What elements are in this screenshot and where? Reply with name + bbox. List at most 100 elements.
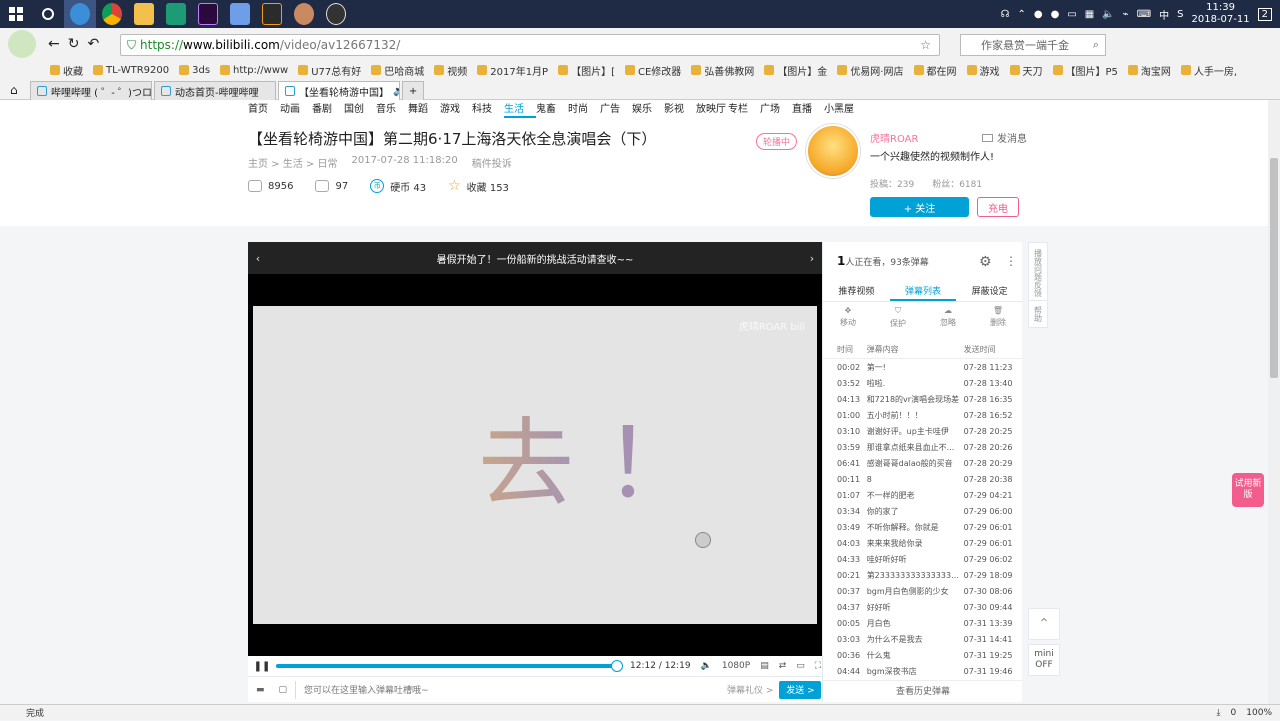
danmaku-input[interactable]: 您可以在这里输入弹幕吐槽哦~ bbox=[295, 680, 717, 699]
zoom-level[interactable]: 100% bbox=[1246, 708, 1272, 718]
progress-handle[interactable] bbox=[610, 660, 623, 672]
qq-tray-icon[interactable]: ● bbox=[1034, 9, 1043, 20]
danmaku-row[interactable]: 03:10 谢谢好评。up主卡哇伊 07-28 20:25 bbox=[823, 423, 1023, 439]
nav-item[interactable]: 动画 bbox=[280, 100, 312, 118]
browser-search-input[interactable]: 作家悬赏一端千金 ⌕ bbox=[960, 34, 1106, 56]
sogou-browser-taskbar-icon[interactable] bbox=[64, 0, 96, 28]
bookmark-item[interactable]: 天刀 bbox=[1009, 63, 1043, 78]
nav-item[interactable]: 放映厅 bbox=[696, 100, 728, 118]
danmaku-row[interactable]: 03:59 那谁拿点纸来县血止不... 07-28 20:26 bbox=[823, 439, 1023, 455]
bookmark-star-icon[interactable]: ☆ bbox=[920, 38, 931, 52]
danmaku-row[interactable]: 00:21 第2333333333333333... 07-29 18:09 bbox=[823, 567, 1023, 583]
danmaku-toggle-icon[interactable]: ▤ bbox=[760, 661, 769, 671]
uploader-avatar[interactable] bbox=[806, 124, 860, 178]
nav-item[interactable]: 舞蹈 bbox=[408, 100, 440, 118]
tab-dynamic[interactable]: 动态首页-哔哩哔哩 bbox=[154, 81, 276, 100]
nav-item[interactable]: 直播 bbox=[792, 100, 824, 118]
danmaku-row[interactable]: 04:13 和7218的vr演唱会现场差 07-28 16:35 bbox=[823, 391, 1023, 407]
danmaku-row[interactable]: 06:41 感谢哥哥dalao般的买音 07-28 20:29 bbox=[823, 455, 1023, 471]
coin-button[interactable]: 币硬币 43 bbox=[370, 179, 426, 194]
bookmark-item[interactable]: TL-WTR9200 bbox=[93, 65, 169, 76]
col-content[interactable]: 弹幕内容 bbox=[867, 344, 964, 355]
nav-item[interactable]: 时尚 bbox=[568, 100, 600, 118]
obs-taskbar-icon[interactable] bbox=[320, 0, 352, 28]
danmaku-list[interactable]: 00:02 第一! 07-28 11:23 03:52 啦啦. 07-28 13:40 04… bbox=[823, 358, 1023, 678]
danmaku-row[interactable]: 03:34 你的家了 07-29 06:00 bbox=[823, 503, 1023, 519]
danmaku-row[interactable]: 04:03 来来来我给你录 07-29 06:01 bbox=[823, 535, 1023, 551]
nav-item[interactable]: 生活 bbox=[504, 100, 536, 118]
danmaku-etiquette-link[interactable]: 弹幕礼仪 > bbox=[727, 683, 773, 696]
sogou-tray-icon[interactable]: S bbox=[1177, 9, 1183, 20]
app-orange-taskbar-icon[interactable] bbox=[256, 0, 288, 28]
bookmark-item[interactable]: 【图片】金 bbox=[764, 63, 827, 78]
gear-icon[interactable]: ⚙ bbox=[979, 254, 992, 270]
danmaku-style-icon[interactable]: ▬ bbox=[256, 685, 265, 695]
nav-item[interactable]: 广场 bbox=[760, 100, 792, 118]
tab-video[interactable]: 【坐看轮椅游中国】 🔈 bbox=[278, 81, 400, 100]
fullscreen-icon[interactable]: ⛶ bbox=[815, 661, 821, 671]
breadcrumb-path[interactable]: 主页 > 生活 > 日常 bbox=[248, 155, 337, 170]
file-explorer-taskbar-icon[interactable] bbox=[128, 0, 160, 28]
bookmark-item[interactable]: 巴哈商城 bbox=[371, 63, 424, 78]
nav-item[interactable]: 小黑屋 bbox=[824, 100, 856, 118]
notification-center-icon[interactable]: 2 bbox=[1257, 7, 1272, 21]
danmaku-row[interactable]: 01:00 五小时前！！！ 07-28 16:52 bbox=[823, 407, 1023, 423]
home-icon[interactable]: ⌂ bbox=[10, 83, 18, 97]
more-icon[interactable]: ⋮ bbox=[1005, 254, 1017, 268]
bookmark-item[interactable]: 人手一房, bbox=[1180, 63, 1237, 78]
nav-item[interactable]: 游戏 bbox=[440, 100, 472, 118]
nav-item[interactable]: 音乐 bbox=[376, 100, 408, 118]
quality-selector[interactable]: 1080P bbox=[722, 661, 750, 671]
bookmark-item[interactable]: 优易网·网店 bbox=[837, 63, 904, 78]
send-danmaku-button[interactable]: 发送 > bbox=[779, 680, 822, 699]
app-green-taskbar-icon[interactable] bbox=[160, 0, 192, 28]
bookmark-item[interactable]: 3ds bbox=[179, 65, 210, 76]
mini-player-toggle[interactable]: mini OFF bbox=[1028, 644, 1060, 676]
danmaku-row[interactable]: 04:33 哇好听好听 07-29 06:02 bbox=[823, 551, 1023, 567]
view-history-link[interactable]: 查看历史弹幕 bbox=[823, 680, 1023, 702]
video-frame[interactable]: 虎晴ROAR bili 去！ bbox=[253, 306, 817, 624]
danmaku-row[interactable]: 00:02 第一! 07-28 11:23 bbox=[823, 359, 1023, 375]
tab-recommended[interactable]: 推荐视频 bbox=[823, 282, 890, 301]
windows-start-icon[interactable] bbox=[0, 0, 32, 28]
avatar-taskbar-icon[interactable] bbox=[288, 0, 320, 28]
nav-item[interactable]: 科技 bbox=[472, 100, 504, 118]
danmaku-row[interactable]: 00:37 bgm月白色侧影的少女 07-30 08:06 bbox=[823, 583, 1023, 599]
tab-bilibili-home[interactable]: 哔哩哔哩 ( ゜- ゜)つロ 干 bbox=[30, 81, 152, 100]
page-scrollbar[interactable] bbox=[1268, 100, 1280, 704]
video-player[interactable]: ‹ 暑假开始了！一份船新的挑战活动请查收~~ › 虎晴ROAR bili 去！ … bbox=[248, 242, 822, 702]
announcement-bar[interactable]: ‹ 暑假开始了！一份船新的挑战活动请查收~~ › bbox=[248, 242, 822, 274]
bookmark-item[interactable]: 视频 bbox=[434, 63, 467, 78]
bookmark-item[interactable]: 2017年1月P bbox=[477, 63, 548, 78]
new-tab-button[interactable]: + bbox=[402, 81, 424, 100]
danmaku-row[interactable]: 01:07 不一样的肥老 07-29 04:21 bbox=[823, 487, 1023, 503]
danmaku-row[interactable]: 00:05 月白色 07-31 13:39 bbox=[823, 615, 1023, 631]
download-icon[interactable]: ⤓ bbox=[1217, 708, 1221, 718]
danmaku-display-icon[interactable]: ▢ bbox=[279, 685, 288, 695]
ignore-tool[interactable]: ☁ 忽略 bbox=[923, 306, 973, 336]
send-message-link[interactable]: 发消息 bbox=[982, 130, 1027, 145]
col-time[interactable]: 时间 bbox=[837, 344, 867, 355]
bookmark-item[interactable]: U77总有好 bbox=[298, 63, 361, 78]
nav-item[interactable]: 广告 bbox=[600, 100, 632, 118]
undo-icon[interactable]: ↶ bbox=[87, 36, 99, 52]
qq2-tray-icon[interactable]: ● bbox=[1051, 9, 1060, 20]
nav-item[interactable]: 影视 bbox=[664, 100, 696, 118]
follow-button[interactable]: + 关注 bbox=[870, 197, 969, 217]
ime-indicator[interactable]: 中 bbox=[1159, 7, 1169, 22]
clock[interactable]: 11:39 2018-07-11 bbox=[1192, 2, 1250, 26]
monitor-tray-icon[interactable]: ▭ bbox=[1067, 9, 1076, 20]
reload-icon[interactable]: ↻ bbox=[68, 36, 80, 52]
protect-tool[interactable]: ⛉ 保护 bbox=[873, 306, 923, 336]
keyboard-tray-icon[interactable]: ⌨ bbox=[1137, 9, 1151, 20]
person-tray-icon[interactable]: ☊ bbox=[1001, 9, 1010, 20]
search-icon[interactable]: ⌕ bbox=[1093, 38, 1099, 52]
help-tab[interactable]: 帮助 bbox=[1028, 300, 1048, 328]
report-link[interactable]: 稿件投诉 bbox=[472, 155, 512, 170]
playback-feedback-tab[interactable]: 播放问题反馈 bbox=[1028, 242, 1048, 304]
tab-danmaku-list[interactable]: 弹幕列表 bbox=[889, 282, 957, 301]
move-tool[interactable]: ✥ 移动 bbox=[823, 306, 873, 336]
back-icon[interactable]: ← bbox=[48, 36, 60, 52]
danmaku-row[interactable]: 03:49 不听你解释。你就是 07-29 06:01 bbox=[823, 519, 1023, 535]
chevron-up-tray-icon[interactable]: ⌃ bbox=[1017, 9, 1025, 20]
